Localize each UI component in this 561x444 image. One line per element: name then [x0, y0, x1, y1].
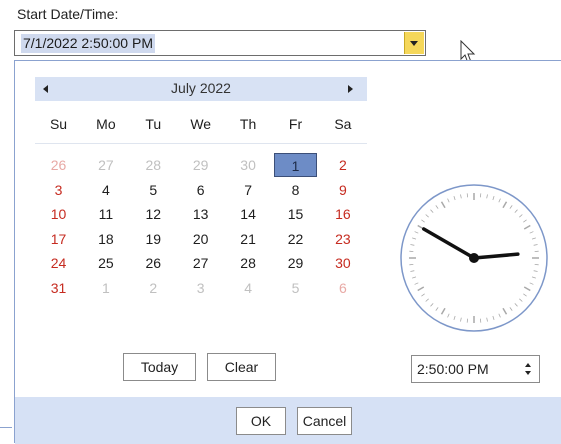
day-cell[interactable]: 4 — [225, 280, 272, 296]
day-cell[interactable]: 2 — [130, 280, 177, 296]
day-cell[interactable]: 8 — [272, 182, 319, 198]
day-header: We — [177, 116, 224, 132]
day-cell[interactable]: 21 — [225, 231, 272, 247]
day-cell[interactable]: 30 — [225, 157, 272, 173]
day-cell[interactable]: 5 — [272, 280, 319, 296]
day-cell[interactable]: 30 — [319, 255, 366, 271]
popup-footer: OK Cancel — [15, 397, 561, 444]
day-cell[interactable]: 12 — [130, 206, 177, 222]
day-cell[interactable]: 15 — [272, 206, 319, 222]
week-row: 262728293012 — [35, 155, 367, 179]
day-cell[interactable]: 6 — [319, 280, 366, 296]
day-cell[interactable]: 31 — [35, 280, 82, 296]
spin-up-icon[interactable] — [525, 363, 531, 367]
day-cell[interactable]: 1 — [82, 280, 129, 296]
day-cell[interactable]: 28 — [130, 157, 177, 173]
spin-down-icon[interactable] — [525, 371, 531, 375]
month-title[interactable]: July 2022 — [35, 80, 367, 96]
clear-button[interactable]: Clear — [207, 353, 276, 381]
date-time-popup: July 2022 SuMoTuWeThFrSa 262728293012345… — [14, 60, 561, 443]
divider — [35, 143, 367, 144]
day-cell[interactable]: 25 — [82, 255, 129, 271]
cancel-button[interactable]: Cancel — [297, 407, 352, 435]
day-cell[interactable]: 16 — [319, 206, 366, 222]
day-cell[interactable]: 5 — [130, 182, 177, 198]
day-cell[interactable]: 10 — [35, 206, 82, 222]
day-cell[interactable]: 17 — [35, 231, 82, 247]
today-button[interactable]: Today — [123, 353, 196, 381]
day-cell[interactable]: 14 — [225, 206, 272, 222]
week-row: 24252627282930 — [35, 253, 367, 277]
day-cell[interactable]: 29 — [177, 157, 224, 173]
day-cell[interactable]: 2 — [319, 157, 366, 173]
week-row: 3456789 — [35, 180, 367, 204]
day-cell[interactable]: 20 — [177, 231, 224, 247]
ok-button[interactable]: OK — [236, 407, 286, 435]
day-cell[interactable]: 23 — [319, 231, 366, 247]
day-cell[interactable]: 4 — [82, 182, 129, 198]
week-row: 17181920212223 — [35, 229, 367, 253]
day-header: Th — [225, 116, 272, 132]
day-cell[interactable]: 27 — [177, 255, 224, 271]
dropdown-button[interactable] — [404, 32, 424, 54]
divider — [0, 427, 12, 428]
day-cell[interactable]: 3 — [177, 280, 224, 296]
time-value[interactable]: 2:50:00 PM — [417, 361, 489, 377]
day-cell[interactable]: 19 — [130, 231, 177, 247]
day-cell[interactable]: 9 — [319, 182, 366, 198]
day-cell[interactable]: 26 — [35, 157, 82, 173]
day-header: Sa — [319, 116, 366, 132]
day-header: Mo — [82, 116, 129, 132]
day-cell[interactable]: 6 — [177, 182, 224, 198]
day-cell[interactable]: 3 — [35, 182, 82, 198]
week-row: 10111213141516 — [35, 204, 367, 228]
clock-center — [469, 253, 479, 263]
day-cell[interactable]: 22 — [272, 231, 319, 247]
time-spinner[interactable]: 2:50:00 PM — [411, 355, 540, 383]
day-header: Tu — [130, 116, 177, 132]
date-time-combobox[interactable]: 7/1/2022 2:50:00 PM — [14, 30, 426, 56]
chevron-down-icon — [410, 41, 418, 46]
day-header: Su — [35, 116, 82, 132]
date-time-value[interactable]: 7/1/2022 2:50:00 PM — [21, 34, 155, 53]
day-cell[interactable]: 13 — [177, 206, 224, 222]
day-cell[interactable]: 11 — [82, 206, 129, 222]
calendar-header: July 2022 — [35, 77, 367, 101]
day-of-week-header: SuMoTuWeThFrSa — [35, 116, 367, 136]
next-month-icon[interactable] — [348, 85, 353, 93]
field-label: Start Date/Time: — [17, 6, 118, 22]
day-cell[interactable]: 29 — [272, 255, 319, 271]
day-cell[interactable]: 27 — [82, 157, 129, 173]
day-cell[interactable]: 28 — [225, 255, 272, 271]
day-cell[interactable]: 26 — [130, 255, 177, 271]
day-cell[interactable]: 18 — [82, 231, 129, 247]
day-cell-selected[interactable]: 1 — [274, 153, 317, 177]
day-header: Fr — [272, 116, 319, 132]
analog-clock — [398, 182, 550, 334]
week-row: 31123456 — [35, 278, 367, 302]
day-cell[interactable]: 7 — [225, 182, 272, 198]
day-cell[interactable]: 24 — [35, 255, 82, 271]
